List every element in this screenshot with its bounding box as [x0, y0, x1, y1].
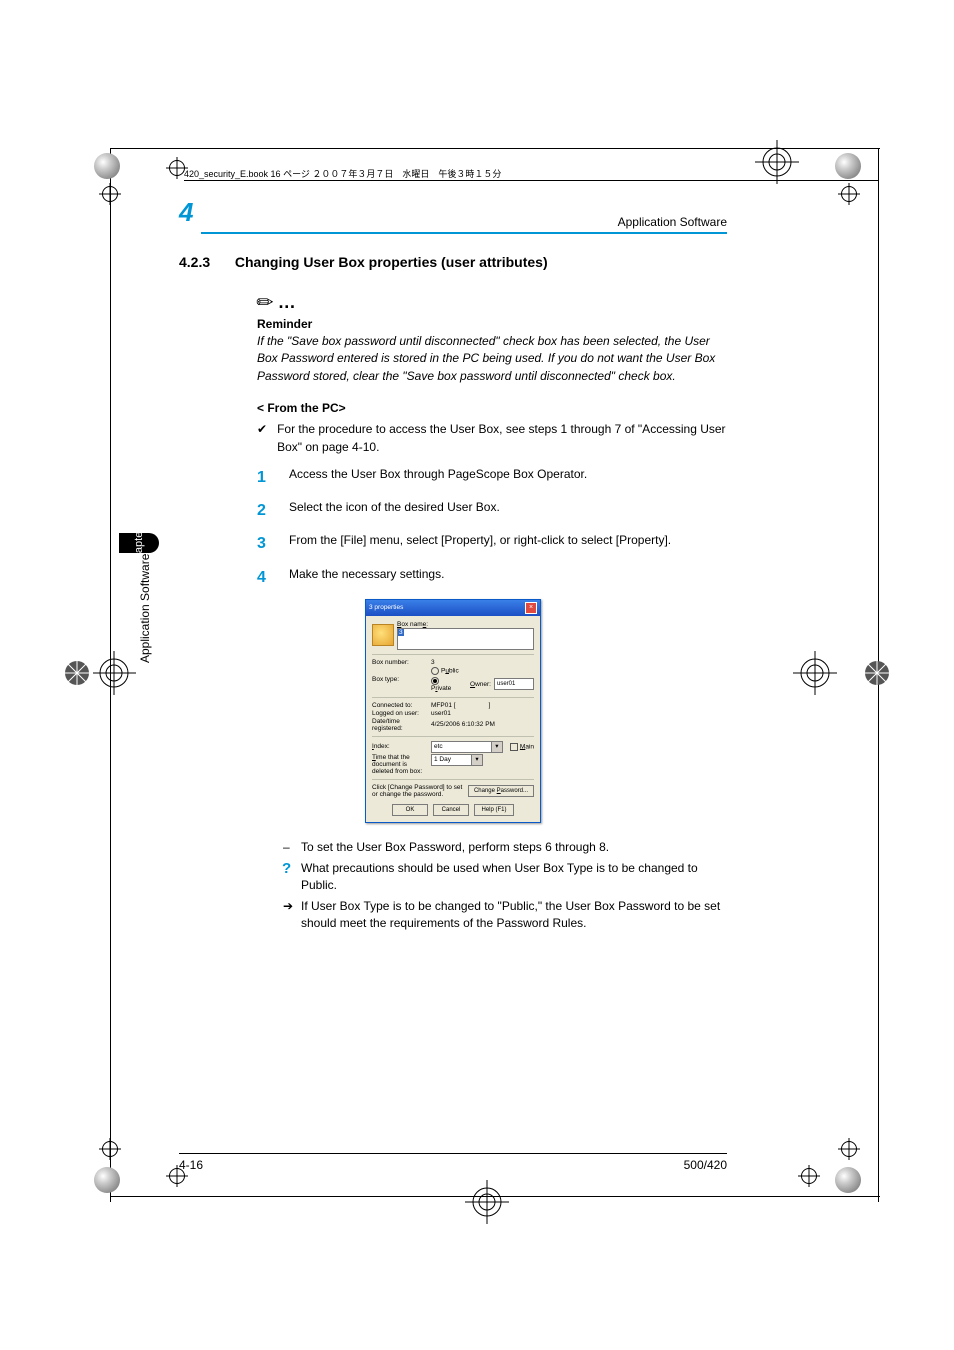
label-box-type: Box type:	[372, 676, 428, 683]
note-text: If User Box Type is to be changed to "Pu…	[301, 899, 720, 930]
section-heading: 4.2.3 Changing User Box properties (user…	[179, 254, 727, 270]
change-password-button[interactable]: Change Password...	[468, 785, 534, 797]
reminder-icon-row: ✎ …	[257, 288, 727, 313]
pencil-icon: ✎	[251, 288, 281, 318]
reminder-label: Reminder	[257, 317, 727, 331]
properties-dialog: 3 properties × Box name: 3 Box number: 3 …	[365, 599, 541, 824]
label-delete-time: Time that the document is deleted from b…	[372, 754, 428, 775]
page-header: 4 Application Software	[179, 200, 727, 234]
time-select[interactable]: 1 Day▾	[431, 754, 483, 766]
registration-mark-outer	[855, 651, 899, 695]
step-row: 2 Select the icon of the desired User Box…	[257, 499, 727, 522]
registration-mark	[793, 651, 837, 695]
note-text: To set the User Box Password, perform st…	[301, 840, 609, 854]
chapter-number: 4	[179, 197, 193, 228]
footer-page-number: 4-16	[179, 1158, 203, 1172]
chevron-down-icon: ▾	[471, 755, 482, 765]
corner-ball	[94, 153, 120, 179]
step-number: 2	[257, 499, 271, 522]
step-text: From the [File] menu, select [Property],…	[289, 532, 671, 555]
box-name-input[interactable]: 3	[397, 628, 534, 650]
dots-icon: …	[278, 292, 298, 313]
crosshair-icon	[99, 183, 121, 205]
section-number: 4.2.3	[179, 254, 231, 270]
step-row: 3 From the [File] menu, select [Property]…	[257, 532, 727, 555]
registration-mark	[465, 1180, 509, 1224]
crosshair-icon	[798, 1165, 820, 1187]
step-text: Select the icon of the desired User Box.	[289, 499, 500, 522]
value-logged-user: user01	[431, 710, 451, 717]
header-underline	[201, 232, 727, 234]
from-pc-heading: < From the PC>	[257, 401, 727, 415]
label-datetime: Date/time registered:	[372, 718, 428, 732]
label-main: Main	[520, 743, 534, 750]
label-owner: Owner:	[470, 681, 491, 688]
radio-public[interactable]	[431, 667, 439, 675]
step-row: 1 Access the User Box through PageScope B…	[257, 466, 727, 489]
corner-ball	[94, 1167, 120, 1193]
step-number: 1	[257, 466, 271, 489]
header-right-label: Application Software	[618, 215, 727, 229]
radio-private[interactable]	[431, 677, 439, 685]
label-index: Index:	[372, 743, 428, 750]
reminder-body: If the "Save box password until disconne…	[257, 333, 727, 385]
close-icon[interactable]: ×	[525, 602, 537, 614]
step-text: Make the necessary settings.	[289, 566, 444, 589]
chevron-down-icon: ▾	[491, 742, 502, 752]
footer-model: 500/420	[684, 1158, 727, 1172]
check-icon: ✔	[257, 421, 267, 456]
step-text: Access the User Box through PageScope Bo…	[289, 466, 587, 489]
page-content: 4 Application Software 4.2.3 Changing Us…	[179, 200, 727, 935]
label-private: Private	[431, 685, 451, 692]
dialog-titlebar[interactable]: 3 properties ×	[366, 600, 540, 616]
step-row: 4 Make the necessary settings.	[257, 566, 727, 589]
value-box-number: 3	[431, 659, 435, 666]
value-connected: MFP01 [	[431, 702, 456, 709]
sidebar-section-label: Application Software	[138, 554, 152, 663]
step-number: 3	[257, 532, 271, 555]
step-number: 4	[257, 566, 271, 589]
label-connected: Connected to:	[372, 702, 428, 709]
help-button[interactable]: Help (F1)	[474, 804, 514, 816]
registration-mark-outer	[55, 651, 99, 695]
label-change-password-msg: Click [Change Password] to set or change…	[372, 784, 465, 798]
owner-input[interactable]: user01	[494, 678, 534, 690]
crosshair-icon	[838, 183, 860, 205]
note-item: What precautions should be used when Use…	[283, 860, 727, 895]
label-logged-user: Logged on user:	[372, 710, 428, 717]
corner-ball	[835, 153, 861, 179]
sidebar-chapter-tab: Chapter 4	[119, 533, 159, 553]
page-footer: 4-16 500/420	[179, 1153, 727, 1172]
prereq-row: ✔ For the procedure to access the User B…	[257, 421, 727, 456]
corner-ball	[835, 1167, 861, 1193]
note-item: To set the User Box Password, perform st…	[283, 839, 727, 856]
header-rule	[184, 180, 878, 181]
crosshair-icon	[838, 1138, 860, 1160]
cancel-button[interactable]: Cancel	[433, 804, 469, 816]
note-item: If User Box Type is to be changed to "Pu…	[283, 898, 727, 933]
registration-mark	[755, 140, 799, 184]
value-connected-end: ]	[489, 702, 491, 709]
value-datetime: 4/25/2006 6:10:32 PM	[431, 721, 495, 728]
ok-button[interactable]: OK	[392, 804, 428, 816]
label-public: Public	[441, 667, 459, 674]
crosshair-icon	[99, 1138, 121, 1160]
label-box-name: Box name:	[397, 621, 534, 628]
section-title-text: Changing User Box properties (user attri…	[235, 254, 548, 270]
prereq-text: For the procedure to access the User Box…	[277, 421, 727, 456]
index-select[interactable]: etc▾	[431, 741, 503, 753]
note-text: What precautions should be used when Use…	[301, 861, 698, 892]
label-box-number: Box number:	[372, 659, 428, 666]
dialog-title: 3 properties	[369, 604, 403, 611]
box-icon	[372, 624, 394, 646]
main-checkbox[interactable]	[510, 743, 518, 751]
book-header-line: 420_security_E.book 16 ページ ２００７年３月７日 水曜日…	[184, 167, 501, 180]
